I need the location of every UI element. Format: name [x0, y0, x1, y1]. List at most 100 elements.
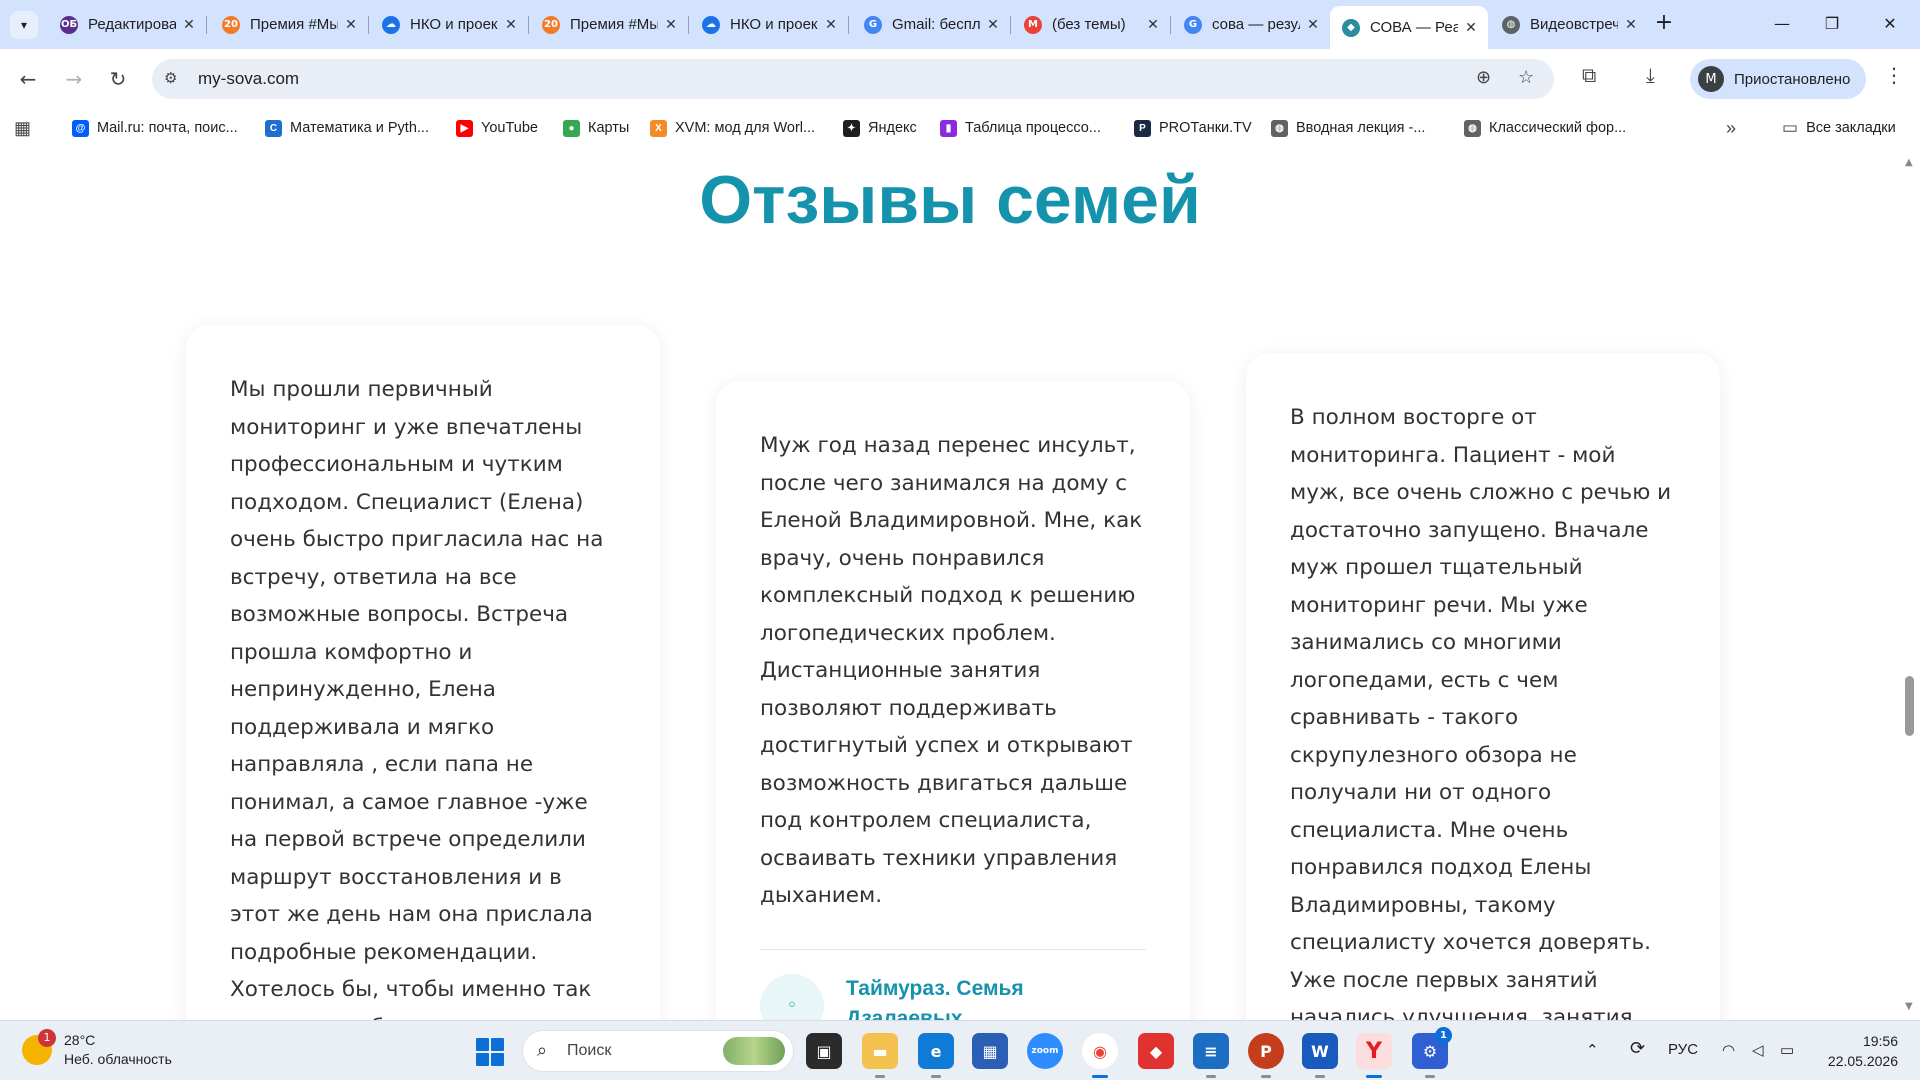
cloud-icon: ☁ [382, 15, 400, 34]
sync-icon[interactable]: ⟳ [1630, 1038, 1645, 1059]
tab-9[interactable]: ◆ СОВА — Реабилитация ✕ [1330, 6, 1488, 49]
bookmarks-bar: ▦ @ Mail.ru: почта, поис... C Математика и … [0, 109, 1920, 145]
bookmark-1[interactable]: @ Mail.ru: почта, поис... [72, 117, 238, 139]
tab-close-icon[interactable]: ✕ [504, 17, 518, 33]
tab-close-icon[interactable]: ✕ [1624, 17, 1638, 33]
tab-close-icon[interactable]: ✕ [824, 17, 838, 33]
system-clock[interactable]: 19:56 22.05.2026 [1822, 1031, 1898, 1071]
tab-close-icon[interactable]: ✕ [182, 17, 196, 33]
task-view-icon[interactable]: ▣ [806, 1033, 842, 1069]
tab-title: Видеовстреча [1530, 16, 1618, 33]
address-bar[interactable]: ⚙ my-sova.com ⊕ ☆ [152, 59, 1554, 99]
yandex-icon: ✦ [843, 119, 860, 137]
bookmark-label: Математика и Pyth... [290, 120, 429, 136]
tab-close-icon[interactable]: ✕ [344, 17, 358, 33]
tab-10[interactable]: ◍ Видеовстреча ✕ [1490, 8, 1648, 41]
all-bookmarks[interactable]: ▭ Все закладки [1782, 117, 1896, 139]
search-highlight-image [723, 1037, 785, 1065]
reload-icon[interactable]: ↻ [102, 63, 134, 95]
language-indicator[interactable]: РУС [1668, 1041, 1698, 1058]
menu-kebab-icon[interactable]: ⋮ [1884, 63, 1904, 87]
bookmark-label: PROТанки.TV [1159, 120, 1252, 136]
weather-widget[interactable]: 1 28°C Неб. облачность [22, 1029, 172, 1069]
start-windows-icon[interactable] [476, 1038, 504, 1066]
bookmark-9[interactable]: ◍ Вводная лекция -... [1271, 117, 1425, 139]
bookmark-10[interactable]: ◍ Классический фор... [1464, 117, 1626, 139]
url-text[interactable]: my-sova.com [198, 69, 299, 89]
tab-title: сова — результаты [1212, 16, 1300, 33]
tab-4[interactable]: 20 Премия #МыВместе ✕ [530, 8, 688, 41]
powerpoint-icon[interactable]: P [1248, 1033, 1284, 1078]
tab-strip: ▾ ОБ Редактирование ✕ 20 Премия #МыВместе ✕ ☁ Н… [0, 0, 1920, 49]
maps-pin-icon: ● [563, 119, 580, 137]
close-window-icon[interactable]: ✕ [1870, 10, 1910, 38]
battery-icon[interactable]: ▭ [1780, 1041, 1794, 1059]
tab-close-icon[interactable]: ✕ [1306, 17, 1320, 33]
edge-icon[interactable]: e [918, 1033, 954, 1078]
google-icon: G [1184, 15, 1202, 34]
file-explorer-icon[interactable]: ▬ [862, 1033, 898, 1078]
scroll-thumb[interactable] [1905, 676, 1914, 736]
apps-grid-icon[interactable]: ▦ [14, 117, 31, 139]
volume-icon[interactable]: ◁ [1752, 1041, 1764, 1059]
bookmark-5[interactable]: X XVM: мод для Worl... [650, 117, 815, 139]
tab-1[interactable]: ОБ Редактирование ✕ [48, 8, 206, 41]
profile-button[interactable]: М Приостановлено [1690, 59, 1866, 99]
scroll-down-icon[interactable]: ▼ [1905, 1001, 1913, 1012]
bookmark-7[interactable]: ▮ Таблица процессо... [940, 117, 1101, 139]
protanki-icon: P [1134, 119, 1151, 137]
bookmark-3[interactable]: ▶ YouTube [456, 117, 538, 139]
word-icon[interactable]: W [1302, 1033, 1338, 1078]
tab-6[interactable]: G Gmail: бесплатная ✕ [852, 8, 1010, 41]
tab-7[interactable]: M (без темы) ✕ [1012, 8, 1170, 41]
site-info-icon[interactable]: ⚙ [164, 69, 177, 87]
tab-5[interactable]: ☁ НКО и проекты ✕ [690, 8, 848, 41]
back-arrow-icon[interactable]: ← [12, 63, 44, 95]
more-bookmarks-chevron-icon[interactable]: » [1726, 117, 1736, 139]
tab-2[interactable]: 20 Премия #МыВместе ✕ [210, 8, 368, 41]
taskbar-search[interactable]: ⌕ Поиск [522, 1030, 794, 1072]
anydesk-icon[interactable]: ◆ [1138, 1033, 1174, 1069]
clock-time: 19:56 [1862, 1033, 1898, 1049]
tab-3[interactable]: ☁ НКО и проекты ✕ [370, 8, 528, 41]
tab-close-icon[interactable]: ✕ [664, 17, 678, 33]
tab-title: Редактирование [88, 16, 176, 33]
yandex-browser-icon[interactable]: Y [1356, 1033, 1392, 1078]
page-scrollbar[interactable]: ▲ ▼ [1900, 151, 1920, 1020]
zoom-app-icon[interactable]: zoom [1027, 1033, 1063, 1069]
chrome-icon[interactable]: ◉ [1082, 1033, 1118, 1078]
tab-8[interactable]: Gсова — результаты ✕ [1172, 8, 1330, 41]
chart-bars-icon: ▮ [940, 119, 957, 137]
avatar: М [1698, 66, 1724, 92]
restore-icon[interactable]: ❐ [1812, 10, 1852, 38]
download-icon[interactable]: ⤓ [1646, 63, 1655, 87]
bookmark-star-icon[interactable]: ☆ [1518, 67, 1534, 88]
teams-icon[interactable]: ⚙ 1 [1412, 1027, 1452, 1078]
minimize-icon[interactable]: — [1762, 10, 1802, 38]
bookmark-8[interactable]: P PROТанки.TV [1134, 117, 1252, 139]
wifi-icon[interactable]: ◠ [1722, 1041, 1735, 1059]
sova-icon: ◆ [1342, 18, 1360, 37]
tab-title: Премия #МыВместе [250, 16, 338, 33]
tab-close-icon[interactable]: ✕ [986, 17, 1000, 33]
bookmark-2[interactable]: C Математика и Pyth... [265, 117, 429, 139]
tab-close-icon[interactable]: ✕ [1464, 20, 1478, 36]
bookmark-6[interactable]: ✦ Яндекс [843, 117, 917, 139]
bookmark-label: XVM: мод для Worl... [675, 120, 816, 136]
tab-title: Премия #МыВместе [570, 16, 658, 33]
prize-icon: 20 [542, 15, 560, 34]
store-icon[interactable]: ▦ [972, 1033, 1008, 1069]
weather-description: Неб. облачность [64, 1051, 172, 1067]
notification-badge: 1 [1435, 1027, 1452, 1044]
scroll-up-icon[interactable]: ▲ [1905, 157, 1913, 168]
bookmark-4[interactable]: ● Карты [563, 117, 629, 139]
zoom-icon[interactable]: ⊕ [1476, 67, 1491, 88]
forward-arrow-icon[interactable]: → [58, 63, 90, 95]
new-tab-plus-icon[interactable]: + [1652, 12, 1676, 36]
tab-search-chevron-icon[interactable]: ▾ [10, 11, 38, 39]
tab-close-icon[interactable]: ✕ [1146, 17, 1160, 33]
extensions-icon[interactable]: ⧉ [1582, 63, 1596, 87]
tray-chevron-up-icon[interactable]: ⌃ [1586, 1041, 1599, 1059]
web-page: Отзывы семей Мы прошли первичный монитор… [0, 151, 1920, 1020]
notes-app-icon[interactable]: ≡ [1193, 1033, 1229, 1078]
